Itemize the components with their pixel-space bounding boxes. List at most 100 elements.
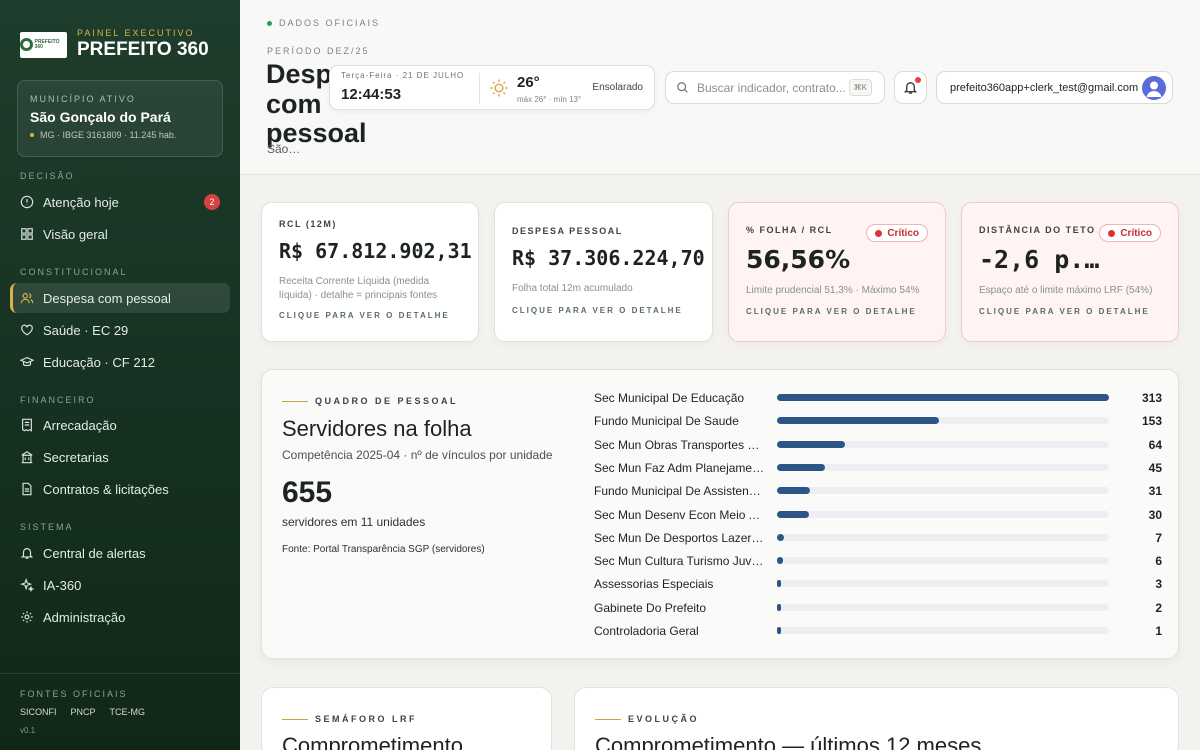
- unit-bar-fill: [777, 463, 825, 471]
- section-constitucional: CONSTITUCIONAL: [20, 267, 128, 277]
- nav-administracao[interactable]: Administração: [10, 602, 230, 632]
- kpi-description: Espaço até o limite máximo LRF (54%): [979, 285, 1153, 296]
- nav-atencao-hoje[interactable]: Atenção hoje 2: [10, 187, 230, 217]
- brand-title: PREFEITO 360: [77, 39, 209, 60]
- unit-bar-track: [777, 487, 1109, 495]
- section-kicker: EVOLUÇÃO: [595, 714, 1158, 724]
- nav-saude[interactable]: Saúde · EC 29: [10, 315, 230, 345]
- unit-value: 7: [1155, 530, 1162, 545]
- semaforo-card: SEMÁFORO LRF Comprometimento: [261, 687, 552, 750]
- unit-bar-row[interactable]: Sec Mun De Desportos Lazer E Juventude 7: [594, 529, 1162, 549]
- unit-bar-fill: [777, 557, 784, 565]
- kpi-detail-link[interactable]: CLIQUE PARA VER O DETALHE: [279, 311, 461, 320]
- unit-bar-row[interactable]: Sec Mun Obras Transportes Servicos 64: [594, 436, 1162, 456]
- unit-name: Assessorias Especiais: [594, 577, 714, 592]
- unit-name: Sec Municipal De Educação: [594, 391, 745, 405]
- section-kicker: QUADRO DE PESSOAL: [282, 396, 553, 406]
- avatar[interactable]: [1142, 76, 1166, 100]
- section-decisao: DECISÃO: [20, 171, 75, 181]
- kpi-detail-link[interactable]: CLIQUE PARA VER O DETALHE: [979, 307, 1161, 316]
- kpi-card-despesa[interactable]: DESPESA PESSOAL R$ 37.306.224,70 Folha t…: [494, 202, 713, 342]
- nav-badge: 2: [204, 194, 220, 210]
- unit-bar-track: [777, 440, 1109, 448]
- unit-bar-row[interactable]: Sec Mun Cultura Turismo Juventude 6: [594, 552, 1162, 572]
- nav-secretarias[interactable]: Secretarias: [10, 442, 230, 472]
- nav-ia-360[interactable]: IA-360: [10, 570, 230, 600]
- fontes-oficiais: FONTES OFICIAIS SICONFI PNCP TCE-MG v0.1: [0, 673, 240, 750]
- weather-condition: Ensolarado: [592, 82, 643, 93]
- kpi-description: Limite prudencial 51,3% · Máximo 54%: [746, 285, 920, 296]
- nav-educacao[interactable]: Educação · CF 212: [10, 347, 230, 377]
- dados-oficiais-label: DADOS OFICIAIS: [279, 18, 381, 28]
- unit-bar-row[interactable]: Fundo Municipal De Assistencia Social 31: [594, 482, 1162, 502]
- fonte-tce-mg[interactable]: TCE-MG: [110, 707, 146, 717]
- version-label: v0.1: [20, 726, 36, 735]
- weather-widget: Terça-Feira · 21 DE JULHO 12:44:53 26° m…: [329, 65, 655, 110]
- unit-bar-fill: [777, 627, 781, 634]
- kpi-card-distancia-teto[interactable]: DISTÂNCIA DO TETO Crítico -2,6 p.… Espaç…: [961, 202, 1179, 342]
- logo-ring-icon: [20, 38, 33, 51]
- nav-central-alertas[interactable]: Central de alertas: [10, 538, 230, 568]
- kpi-label: DESPESA PESSOAL: [512, 226, 623, 236]
- unit-bar-fill: [777, 533, 785, 541]
- bell-icon: [20, 548, 34, 559]
- section-financeiro: FINANCEIRO: [20, 395, 96, 405]
- brand[interactable]: PREFEITO 360 PAINEL EXECUTIVO PREFEITO 3…: [20, 28, 209, 61]
- live-dot-icon: [267, 20, 272, 26]
- nav-contratos[interactable]: Contratos & licitações: [10, 474, 230, 504]
- nav-label: IA-360: [43, 577, 82, 593]
- fonte-pncp[interactable]: PNCP: [71, 707, 96, 717]
- unit-bar-row[interactable]: Sec Mun Faz Adm Planejamento 45: [594, 459, 1162, 479]
- unit-bar-row[interactable]: Sec Municipal De Educação 313: [594, 389, 1162, 409]
- building-icon: [21, 451, 33, 464]
- nav-label: Contratos & licitações: [43, 481, 169, 497]
- nav-despesa-pessoal[interactable]: Despesa com pessoal: [10, 283, 230, 313]
- unit-bar-row[interactable]: Assessorias Especiais 3: [594, 575, 1162, 595]
- status-badge: Crítico: [866, 224, 928, 242]
- unit-name: Sec Mun De Desportos Lazer E Juventude: [594, 530, 766, 545]
- unit-bar-fill: [777, 417, 940, 425]
- evolucao-card: EVOLUÇÃO Comprometimento — últimos 12 me…: [574, 687, 1179, 750]
- unit-name: Sec Mun Obras Transportes Servicos: [594, 437, 766, 452]
- unit-value: 153: [1141, 414, 1162, 429]
- nav-label: Administração: [43, 609, 126, 625]
- nav-label: Visão geral: [43, 226, 108, 242]
- kpi-card-folha-rcl[interactable]: % FOLHA / RCL Crítico 56,56% Limite prud…: [728, 202, 946, 342]
- periodo-label: PERÍODO DEZ/25: [267, 46, 370, 56]
- unit-name: Controladoria Geral: [594, 624, 699, 638]
- unit-bar-row[interactable]: Sec Mun Desenv Econ Meio Ambiente 30: [594, 506, 1162, 526]
- kpi-detail-link[interactable]: CLIQUE PARA VER O DETALHE: [746, 307, 928, 316]
- nav-label: Despesa com pessoal: [43, 290, 171, 306]
- fonte-siconfi[interactable]: SICONFI: [20, 707, 57, 717]
- kpi-card-rcl[interactable]: RCL (12M) R$ 67.812.902,31 Receita Corre…: [261, 202, 479, 342]
- nav-label: Arrecadação: [43, 417, 117, 433]
- search-box[interactable]: ⌘K: [665, 71, 885, 104]
- search-input[interactable]: [697, 80, 847, 95]
- unit-bar-fill: [777, 394, 1109, 401]
- unit-bar-track: [777, 557, 1109, 565]
- grid-icon: [21, 228, 33, 240]
- unit-bar-track: [777, 394, 1109, 401]
- unit-bar-track: [777, 603, 1109, 611]
- unit-bar-track: [777, 463, 1109, 471]
- unit-bar-row[interactable]: Fundo Municipal De Saude 153: [594, 412, 1162, 432]
- unit-bar-track: [777, 533, 1109, 541]
- logo-text: PREFEITO 360: [34, 38, 60, 50]
- unit-bar-track: [777, 417, 1109, 425]
- user-menu[interactable]: prefeito360app+clerk_test@gmail.com: [936, 71, 1173, 104]
- section-subtitle: Competência 2025-04 · nº de vínculos por…: [282, 448, 553, 462]
- kpi-detail-link[interactable]: CLIQUE PARA VER O DETALHE: [512, 306, 695, 315]
- unit-name: Sec Mun Cultura Turismo Juventude: [594, 554, 766, 569]
- unit-bar-track: [777, 627, 1109, 634]
- unit-bar-row[interactable]: Gabinete Do Prefeito 2: [594, 599, 1162, 619]
- notifications-button[interactable]: [894, 71, 927, 104]
- search-icon: [677, 82, 688, 93]
- unit-bar-row[interactable]: Controladoria Geral 1: [594, 622, 1162, 642]
- unit-value: 313: [1141, 391, 1162, 405]
- weather-date: Terça-Feira · 21 DE JULHO: [341, 71, 465, 80]
- section-title: Comprometimento — últimos 12 meses: [595, 733, 982, 750]
- municipio-card[interactable]: MUNICÍPIO ATIVO São Gonçalo do Pará MG ·…: [17, 80, 223, 157]
- section-sistema: SISTEMA: [20, 522, 74, 532]
- nav-visao-geral[interactable]: Visão geral: [10, 219, 230, 249]
- nav-arrecadacao[interactable]: Arrecadação: [10, 410, 230, 440]
